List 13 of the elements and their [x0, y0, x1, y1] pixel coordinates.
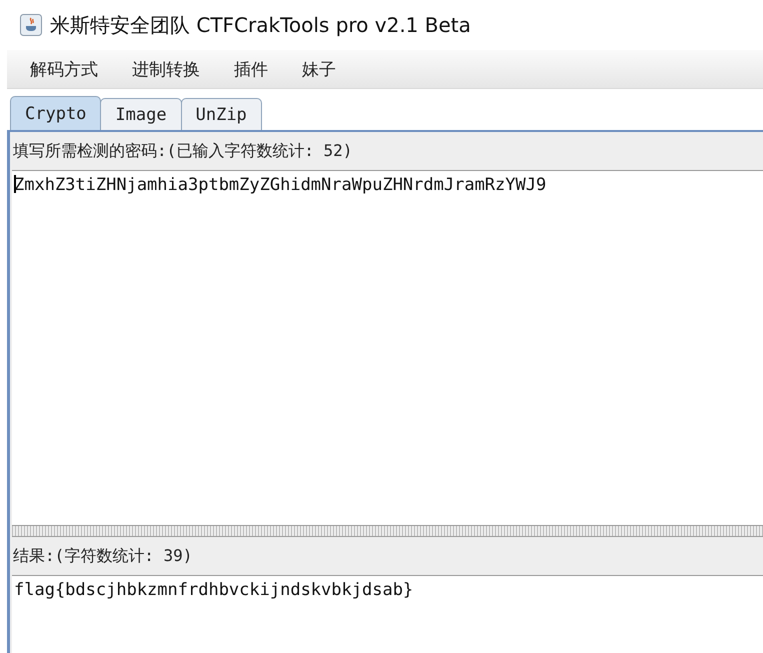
result-field[interactable]: flag{bdscjhbkzmnfrdhbvckijndskvbkjdsab} [12, 575, 763, 653]
app-icon [20, 14, 42, 36]
menu-item[interactable]: 妹子 [302, 58, 336, 80]
result-label: 结果:(字符数统计: 39) [13, 546, 192, 566]
menu-item[interactable]: 插件 [234, 58, 268, 80]
tab[interactable]: Crypto [10, 96, 102, 130]
menu-item[interactable]: 解码方式 [30, 58, 98, 80]
tab[interactable]: UnZip [180, 98, 262, 130]
input-label: 填写所需检测的密码:(已输入字符数统计: 52) [13, 140, 352, 162]
menu-item[interactable]: 进制转换 [132, 58, 200, 80]
splitter-handle[interactable] [12, 525, 763, 537]
tab[interactable]: Image [100, 98, 182, 130]
window-title: 米斯特安全团队 CTFCrakTools pro v2.1 Beta [50, 12, 471, 38]
